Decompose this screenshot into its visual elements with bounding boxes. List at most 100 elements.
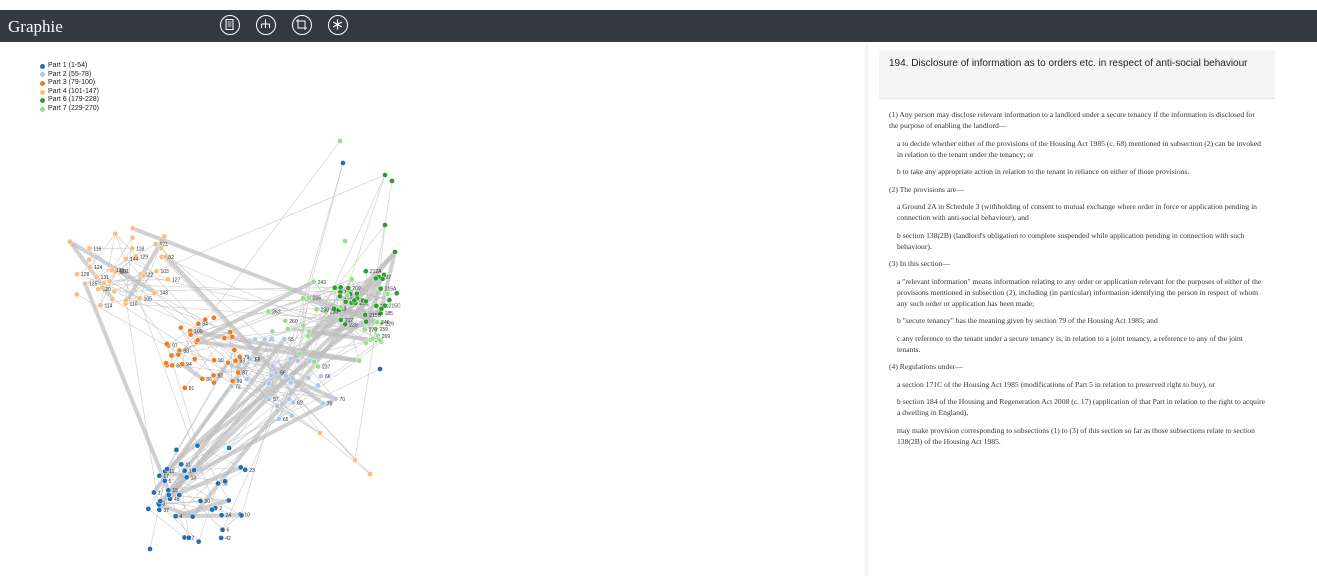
graph-node[interactable]: [161, 233, 168, 240]
graph-node[interactable]: [99, 284, 106, 291]
graph-node[interactable]: [374, 319, 380, 325]
graph-node[interactable]: [389, 178, 395, 184]
graph-node[interactable]: [227, 329, 233, 335]
graph-node[interactable]: [195, 320, 202, 327]
graph-node[interactable]: [225, 359, 231, 366]
graph-node[interactable]: [315, 363, 321, 370]
graph-node[interactable]: [222, 478, 228, 485]
graph-node[interactable]: [175, 351, 182, 358]
graph-node[interactable]: [194, 442, 201, 449]
graph-node[interactable]: [156, 472, 163, 479]
graph-node[interactable]: [311, 358, 317, 365]
graph-node[interactable]: [211, 314, 217, 321]
graph-node[interactable]: [172, 513, 179, 519]
graph-node[interactable]: [269, 328, 276, 335]
graph-node[interactable]: [210, 372, 217, 379]
graph-node[interactable]: [221, 335, 228, 341]
graph-node[interactable]: [218, 512, 225, 519]
graph-node[interactable]: [305, 333, 311, 339]
graph-node[interactable]: [187, 331, 194, 338]
graph-node[interactable]: [229, 378, 236, 384]
graph-node[interactable]: [382, 172, 388, 178]
graph-node[interactable]: [67, 238, 73, 245]
network-graph[interactable]: 1231011121315161720232430374142485645556…: [0, 42, 860, 576]
graph-node[interactable]: [373, 303, 380, 309]
graph-node[interactable]: [97, 302, 104, 309]
graph-node[interactable]: [296, 350, 303, 357]
graph-node[interactable]: [345, 285, 352, 291]
graph-node[interactable]: [313, 306, 320, 313]
graph-node[interactable]: [165, 276, 171, 283]
graph-node[interactable]: [362, 311, 369, 318]
graph-node[interactable]: [379, 275, 386, 282]
graph-node[interactable]: [82, 280, 88, 287]
asterisk-view-button[interactable]: [328, 15, 348, 35]
graph-node[interactable]: [173, 447, 180, 453]
graph-node[interactable]: [178, 324, 184, 331]
graph-node[interactable]: [123, 297, 129, 304]
graph-node[interactable]: [129, 245, 136, 252]
graph-node[interactable]: [348, 276, 355, 282]
graph-node[interactable]: [377, 337, 384, 344]
graph-node[interactable]: [378, 305, 385, 312]
graph-node[interactable]: [243, 376, 250, 382]
graph-node[interactable]: [294, 357, 301, 364]
graph-node[interactable]: [310, 278, 317, 285]
graph-node[interactable]: [157, 498, 164, 504]
graph-node[interactable]: [194, 337, 201, 344]
graph-node[interactable]: [331, 284, 338, 291]
graph-node[interactable]: [112, 230, 119, 237]
graph-node[interactable]: [169, 362, 176, 369]
graph-node[interactable]: [265, 308, 272, 315]
graph-node[interactable]: [195, 538, 202, 545]
graph-node[interactable]: [319, 400, 326, 407]
graph-node[interactable]: [219, 526, 226, 533]
graph-node[interactable]: [228, 383, 234, 390]
graph-node[interactable]: [273, 369, 280, 376]
graph-node[interactable]: [268, 372, 275, 379]
graph-node[interactable]: [226, 445, 232, 451]
graph-node[interactable]: [337, 284, 344, 291]
graph-node[interactable]: [162, 253, 169, 260]
graph-node[interactable]: [152, 241, 159, 247]
graph-node[interactable]: [140, 272, 147, 279]
graph-node[interactable]: [287, 356, 294, 362]
graph-node[interactable]: [337, 293, 343, 300]
graph-node[interactable]: [269, 362, 276, 369]
graph-node[interactable]: [163, 360, 169, 367]
graph-node[interactable]: [362, 268, 369, 275]
graph-node[interactable]: [151, 290, 157, 296]
graph-node[interactable]: [106, 278, 113, 285]
graph-node[interactable]: [384, 291, 391, 297]
graph-node[interactable]: [209, 506, 215, 513]
graph-node[interactable]: [74, 291, 80, 298]
graph-node[interactable]: [377, 366, 383, 372]
graph-node[interactable]: [342, 238, 348, 244]
hierarchy-view-button[interactable]: [256, 15, 276, 35]
graph-node[interactable]: [183, 474, 190, 481]
graph-node[interactable]: [161, 477, 168, 484]
document-view-button[interactable]: [220, 15, 240, 35]
graph-node[interactable]: [305, 374, 312, 381]
graph-node[interactable]: [289, 375, 296, 382]
graph-node[interactable]: [340, 160, 346, 166]
graph-node[interactable]: [238, 512, 245, 519]
graph-node[interactable]: [158, 245, 165, 251]
graph-node[interactable]: [305, 294, 312, 301]
graph-node[interactable]: [215, 480, 221, 487]
graph-node[interactable]: [363, 340, 369, 346]
graph-node[interactable]: [268, 335, 275, 342]
graph-node[interactable]: [274, 403, 281, 409]
graph-node[interactable]: [342, 321, 349, 328]
graph-node[interactable]: [189, 513, 196, 520]
graph-node[interactable]: [218, 535, 225, 541]
graph-node[interactable]: [87, 264, 93, 270]
graph-node[interactable]: [86, 245, 93, 252]
graph-node[interactable]: [164, 466, 171, 472]
graph-node[interactable]: [363, 318, 370, 325]
graph-node[interactable]: [74, 271, 80, 277]
graph-node[interactable]: [315, 382, 321, 389]
graph-node[interactable]: [300, 295, 306, 302]
graph-node[interactable]: [179, 361, 186, 367]
graph-node[interactable]: [289, 412, 295, 419]
